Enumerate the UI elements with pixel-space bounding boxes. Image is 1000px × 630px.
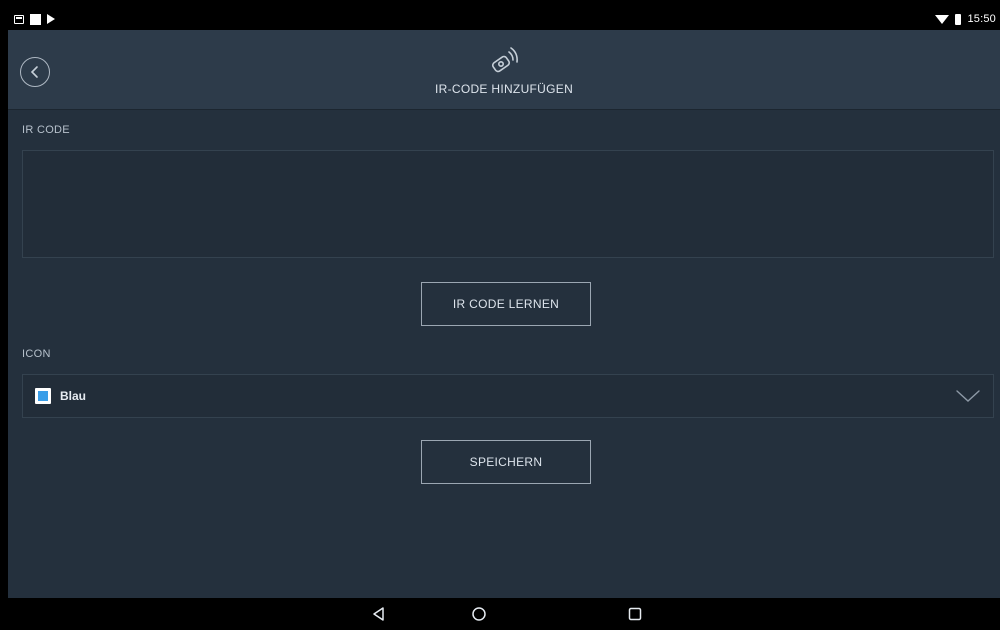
ir-code-label: IR CODE [22,124,70,136]
header-center: IR-CODE HINZUFÜGEN [8,30,1000,110]
navigation-bar [8,598,1000,630]
ir-code-input[interactable] [22,150,994,258]
nav-back-button[interactable] [370,605,388,623]
back-button[interactable] [20,57,50,87]
chevron-down-icon [956,390,980,402]
chevron-left-circle-icon [30,66,38,78]
status-clock: 15:50 [967,13,996,25]
image-notification-icon [14,14,24,24]
app-screen: IR-CODE HINZUFÜGEN IR CODE IR CODE LERNE… [8,30,1000,598]
play-notification-icon [47,14,55,24]
icon-select[interactable]: Blau [22,374,994,418]
battery-icon [955,13,962,25]
device-frame: 15:50 IR-CODE HINZUFÜGEN IR CODE IR CODE… [0,0,1000,630]
page-title: IR-CODE HINZUFÜGEN [434,82,574,96]
nav-home-button[interactable] [470,605,488,623]
nav-home-icon [472,607,486,621]
nav-back-icon [373,607,384,621]
learn-ir-code-button[interactable]: IR CODE LERNEN [421,282,591,326]
square-notification-icon [30,13,41,25]
color-swatch-fill [38,391,48,401]
status-bar: 15:50 [8,8,1000,30]
icon-select-value: Blau [60,389,87,403]
wifi-icon [935,14,950,24]
nav-recents-icon [628,607,642,621]
nav-recents-button[interactable] [626,605,644,623]
icon-label: ICON [22,348,51,360]
ir-remote-icon [491,47,518,73]
status-bar-notifications [14,13,55,25]
status-bar-system: 15:50 [935,13,996,25]
save-button[interactable]: SPEICHERN [421,440,591,484]
color-swatch-icon [35,388,51,404]
app-header: IR-CODE HINZUFÜGEN [8,30,1000,110]
